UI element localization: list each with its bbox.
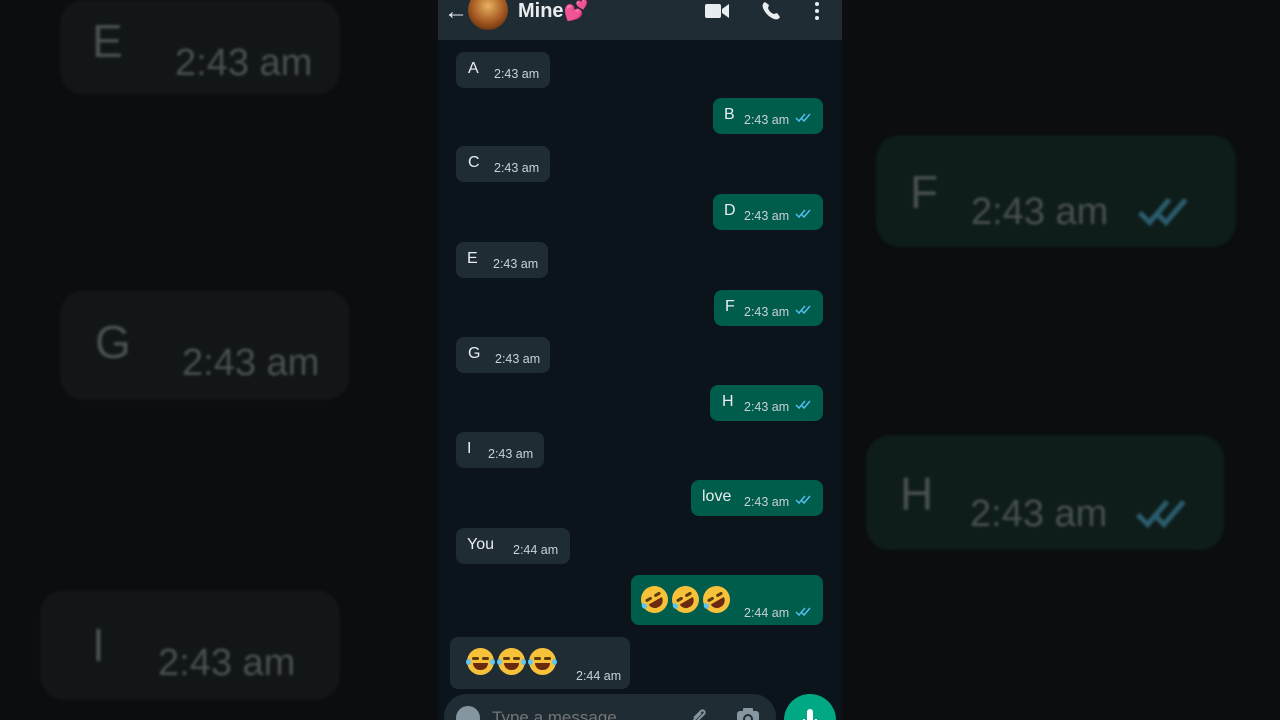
message-incoming[interactable]: G 2:43 am xyxy=(456,337,550,373)
chat-header: ← Mine💕 xyxy=(438,0,842,40)
ghost-text: E xyxy=(92,15,123,67)
ghost-bubble: G 2:43 am xyxy=(60,290,350,400)
right-blurred-background: F 2:43 am H 2:43 am xyxy=(842,0,1280,720)
message-composer[interactable] xyxy=(444,694,776,720)
double-check-icon xyxy=(795,113,811,123)
contact-avatar[interactable] xyxy=(468,0,508,30)
message-incoming[interactable]: A 2:43 am xyxy=(456,52,550,88)
double-check-icon xyxy=(1135,499,1186,529)
ghost-bubble: I 2:43 am xyxy=(40,590,340,700)
double-check-icon xyxy=(1137,197,1188,227)
message-outgoing[interactable]: H 2:43 am xyxy=(710,385,823,421)
ghost-time: 2:43 am xyxy=(158,642,296,684)
message-text: A xyxy=(468,60,479,77)
back-arrow-icon[interactable]: ← xyxy=(444,0,468,26)
microphone-icon xyxy=(803,709,817,720)
message-time: 2:43 am xyxy=(744,209,790,223)
message-text: You xyxy=(467,536,494,553)
chat-screen: ← Mine💕 A 2:43 am B 2:43 am C 2:43 am D … xyxy=(438,0,842,720)
message-outgoing[interactable]: 2:44 am xyxy=(631,575,823,625)
message-incoming[interactable]: You 2:44 am xyxy=(456,528,570,564)
contact-name[interactable]: Mine💕 xyxy=(518,0,588,23)
message-text: E xyxy=(467,250,478,267)
message-text: F xyxy=(725,298,735,315)
message-text: love xyxy=(702,488,732,505)
message-outgoing[interactable]: B 2:43 am xyxy=(713,98,823,134)
ghost-time: 2:43 am xyxy=(175,42,313,84)
ghost-time: 2:43 am xyxy=(971,191,1109,233)
message-incoming[interactable]: 2:44 am xyxy=(450,637,630,689)
message-incoming[interactable]: I 2:43 am xyxy=(456,432,544,468)
face-with-tears-of-joy-emoji xyxy=(466,648,560,675)
message-time: 2:43 am xyxy=(744,113,790,127)
message-time: 2:43 am xyxy=(493,257,539,271)
ghost-text: H xyxy=(900,468,934,520)
phone-call-icon[interactable] xyxy=(758,0,784,22)
more-vert-icon[interactable] xyxy=(804,0,830,22)
message-text: H xyxy=(722,393,734,410)
message-time: 2:44 am xyxy=(744,606,790,620)
double-check-icon xyxy=(795,209,811,219)
message-time: 2:43 am xyxy=(488,447,534,461)
double-check-icon xyxy=(795,495,811,505)
message-time: 2:43 am xyxy=(494,161,540,175)
message-time: 2:43 am xyxy=(495,352,541,366)
left-blurred-background: E 2:43 am G 2:43 am I 2:43 am xyxy=(0,0,438,720)
ghost-bubble: E 2:43 am xyxy=(60,0,340,95)
double-check-icon xyxy=(795,305,811,315)
message-outgoing[interactable]: D 2:43 am xyxy=(713,194,823,230)
microphone-button[interactable] xyxy=(784,694,836,720)
message-text: D xyxy=(724,202,736,219)
ghost-text: I xyxy=(92,619,105,671)
message-outgoing[interactable]: love 2:43 am xyxy=(691,480,823,516)
message-time: 2:43 am xyxy=(744,495,790,509)
camera-icon[interactable] xyxy=(736,706,760,720)
ghost-time: 2:43 am xyxy=(970,493,1108,535)
emoji-icon[interactable] xyxy=(456,706,480,720)
message-time: 2:43 am xyxy=(744,400,790,414)
ghost-text: F xyxy=(910,166,939,218)
message-incoming[interactable]: E 2:43 am xyxy=(456,242,548,278)
message-time: 2:43 am xyxy=(744,305,790,319)
ghost-time: 2:43 am xyxy=(182,342,320,384)
message-time: 2:43 am xyxy=(494,67,540,81)
message-time: 2:44 am xyxy=(576,669,622,683)
ghost-bubble: F 2:43 am xyxy=(876,135,1236,247)
message-text: C xyxy=(468,154,480,171)
message-text: B xyxy=(724,106,735,123)
ghost-bubble: H 2:43 am xyxy=(866,435,1224,550)
message-incoming[interactable]: C 2:43 am xyxy=(456,146,550,182)
message-text: G xyxy=(468,345,481,362)
message-list[interactable]: A 2:43 am B 2:43 am C 2:43 am D 2:43 am … xyxy=(438,40,842,695)
message-input[interactable] xyxy=(490,704,674,720)
double-check-icon xyxy=(795,607,811,617)
message-text: I xyxy=(467,440,472,457)
double-check-icon xyxy=(795,400,811,410)
message-outgoing[interactable]: F 2:43 am xyxy=(714,290,823,326)
message-time: 2:44 am xyxy=(513,543,559,557)
rolling-on-floor-laughing-emoji xyxy=(636,581,735,618)
paperclip-icon[interactable] xyxy=(688,706,710,720)
video-call-icon[interactable] xyxy=(704,0,730,22)
ghost-text: G xyxy=(95,316,131,368)
